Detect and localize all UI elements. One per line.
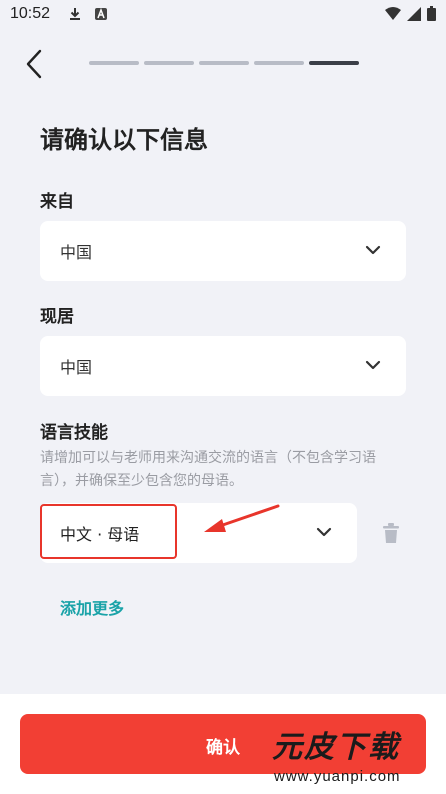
chevron-down-icon <box>365 360 381 370</box>
status-bar: 10:52 <box>0 0 446 30</box>
residence-label: 现居 <box>40 307 74 327</box>
from-select[interactable]: 中国 <box>40 221 406 281</box>
status-icons <box>385 6 436 21</box>
residence-select[interactable]: 中国 <box>40 336 406 396</box>
progress-step <box>254 61 304 65</box>
confirm-label: 确认 <box>206 738 240 758</box>
annotation-highlight-box <box>40 504 177 559</box>
annotation-arrow <box>204 504 280 532</box>
progress-step <box>89 61 139 65</box>
residence-value: 中国 <box>60 358 93 377</box>
watermark-logo: 元皮下载 www.yuanpi.com <box>264 722 440 792</box>
progress-step <box>199 61 249 65</box>
progress-step <box>144 61 194 65</box>
trash-icon[interactable] <box>382 522 400 544</box>
app-a-icon <box>95 7 107 20</box>
wifi-icon <box>385 6 401 20</box>
page-title: 请确认以下信息 <box>40 126 208 154</box>
language-hint: 请增加可以与老师用来沟通交流的语言（不包含学习语言），并确保至少包含您的母语。 <box>40 450 376 489</box>
download-icon <box>70 8 80 20</box>
from-value: 中国 <box>60 243 93 262</box>
status-time: 10:52 <box>10 5 51 22</box>
language-label: 语言技能 <box>40 423 108 443</box>
watermark-brand: 元皮下载 <box>272 730 400 765</box>
battery-icon <box>427 6 436 21</box>
progress-step-active <box>309 61 359 65</box>
watermark-url: www.yuanpi.com <box>274 768 401 785</box>
add-more-link[interactable]: 添加更多 <box>60 595 124 619</box>
back-icon[interactable] <box>22 48 46 80</box>
chevron-down-icon <box>316 527 332 537</box>
signal-icon <box>407 6 421 21</box>
progress-indicator <box>89 61 359 65</box>
chevron-down-icon <box>365 245 381 255</box>
from-label: 来自 <box>40 192 74 212</box>
